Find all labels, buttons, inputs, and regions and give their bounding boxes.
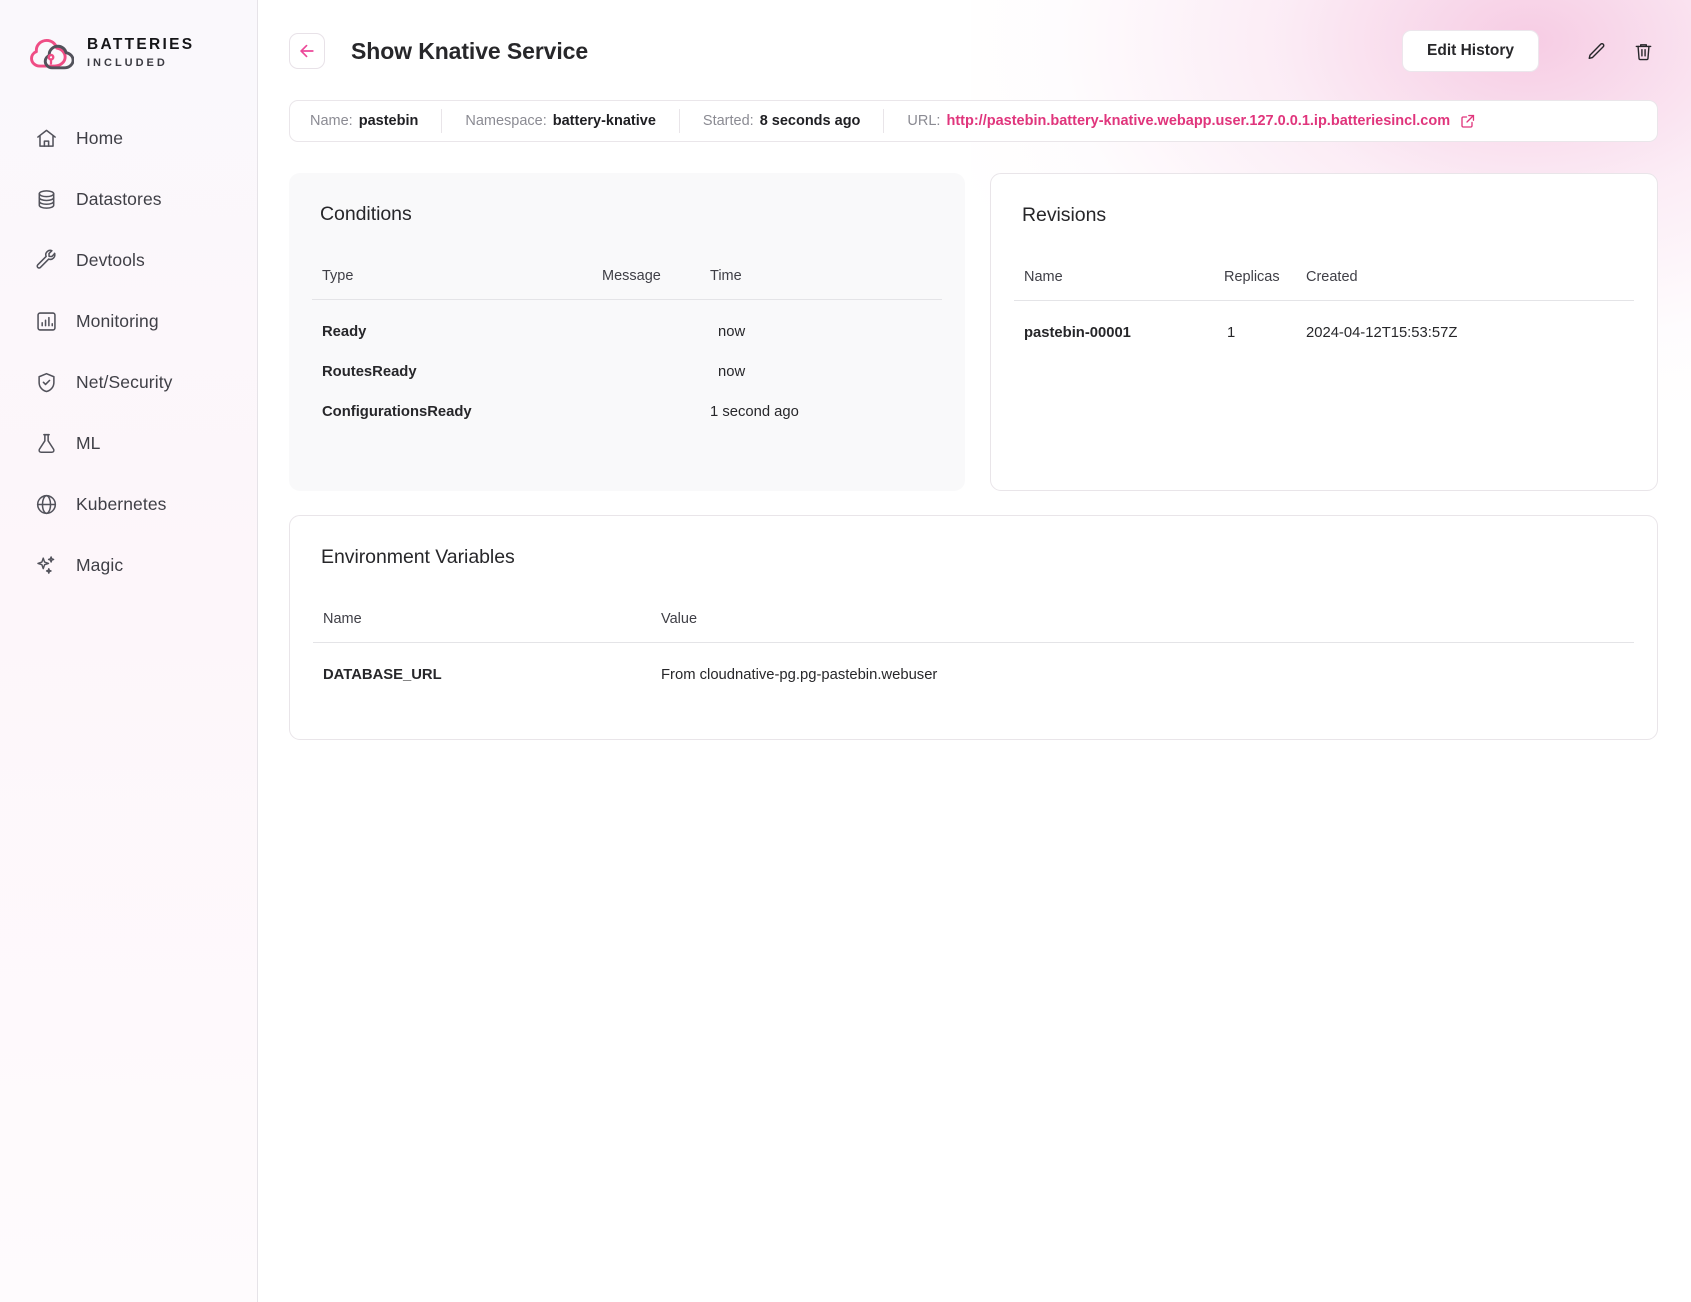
table-row: Ready now (312, 300, 942, 341)
app-root: BATTERIES INCLUDED Home (0, 0, 1691, 1302)
environment-variables-title: Environment Variables (313, 546, 1634, 569)
sidebar-item-magic[interactable]: Magic (0, 543, 257, 587)
table-header-row: Name Replicas Created (1014, 269, 1634, 301)
brand-name-secondary: INCLUDED (87, 58, 194, 69)
main-content: Show Knative Service Edit History (258, 0, 1691, 1302)
pencil-icon (1586, 41, 1607, 62)
page-title: Show Knative Service (351, 38, 588, 65)
external-link-icon[interactable] (1460, 113, 1476, 129)
sidebar-item-label: Kubernetes (76, 494, 167, 515)
sidebar-nav: Home Datastores (0, 116, 257, 604)
conditions-table: Type Message Time Ready now (312, 268, 942, 420)
flask-icon (34, 431, 58, 455)
sidebar-item-label: ML (76, 433, 101, 454)
environment-variables-card: Environment Variables Name Value DATABAS… (289, 515, 1658, 740)
info-name-label: Name: (310, 113, 353, 129)
column-header-value: Value (661, 611, 1634, 643)
globe-icon (34, 492, 58, 516)
arrow-left-icon (297, 41, 317, 61)
cards-row: Conditions Type Message Time Ready (289, 173, 1658, 491)
info-started-label: Started: (703, 113, 754, 129)
revision-created: 2024-04-12T15:53:57Z (1306, 301, 1634, 342)
condition-message (602, 300, 710, 341)
sidebar-item-devtools[interactable]: Devtools (0, 238, 257, 282)
home-icon (34, 126, 58, 150)
condition-time: now (710, 340, 942, 380)
sidebar-item-label: Net/Security (76, 372, 173, 393)
info-name-value: pastebin (359, 113, 419, 129)
revision-name: pastebin-00001 (1014, 301, 1224, 342)
column-header-replicas: Replicas (1224, 269, 1306, 301)
sidebar-item-datastores[interactable]: Datastores (0, 177, 257, 221)
page-header: Show Knative Service Edit History (258, 0, 1691, 72)
column-header-name: Name (313, 611, 661, 643)
info-url: URL: http://pastebin.battery-knative.web… (884, 113, 1499, 129)
trash-icon (1633, 41, 1654, 62)
sidebar-item-net-security[interactable]: Net/Security (0, 360, 257, 404)
info-namespace-label: Namespace: (465, 113, 546, 129)
sidebar-item-home[interactable]: Home (0, 116, 257, 160)
table-row: DATABASE_URL From cloudnative-pg.pg-past… (313, 643, 1634, 684)
table-row: pastebin-00001 1 2024-04-12T15:53:57Z (1014, 301, 1634, 342)
info-namespace-value: battery-knative (553, 113, 656, 129)
delete-button[interactable] (1628, 36, 1658, 66)
wrench-icon (34, 248, 58, 272)
sidebar-item-label: Home (76, 128, 123, 149)
sidebar-item-ml[interactable]: ML (0, 421, 257, 465)
table-header-row: Name Value (313, 611, 1634, 643)
revision-replicas: 1 (1224, 301, 1306, 342)
condition-message (602, 380, 710, 420)
brand-logo[interactable]: BATTERIES INCLUDED (0, 0, 257, 70)
info-started-value: 8 seconds ago (760, 113, 861, 129)
column-header-time: Time (710, 268, 942, 300)
table-header-row: Type Message Time (312, 268, 942, 300)
condition-type: Ready (312, 300, 602, 341)
revisions-title: Revisions (1014, 204, 1634, 227)
conditions-title: Conditions (312, 203, 942, 226)
sidebar-item-label: Datastores (76, 189, 162, 210)
sidebar-item-label: Magic (76, 555, 123, 576)
database-icon (34, 187, 58, 211)
revisions-card: Revisions Name Replicas Created pastebin… (990, 173, 1658, 491)
condition-time: now (710, 300, 942, 341)
column-header-message: Message (602, 268, 710, 300)
batteries-cloud-logo-icon (28, 36, 74, 70)
info-name: Name: pastebin (310, 113, 441, 129)
bar-chart-icon (34, 309, 58, 333)
revisions-table: Name Replicas Created pastebin-00001 1 2… (1014, 269, 1634, 341)
back-button[interactable] (289, 33, 325, 69)
info-namespace: Namespace: battery-knative (442, 113, 679, 129)
sidebar-item-label: Monitoring (76, 311, 159, 332)
sidebar-item-label: Devtools (76, 250, 145, 271)
edit-history-button[interactable]: Edit History (1402, 30, 1539, 72)
edit-button[interactable] (1581, 36, 1611, 66)
environment-variables-table: Name Value DATABASE_URL From cloudnative… (313, 611, 1634, 683)
info-started: Started: 8 seconds ago (680, 113, 884, 129)
condition-time: 1 second ago (710, 380, 942, 420)
column-header-name: Name (1014, 269, 1224, 301)
env-var-name: DATABASE_URL (313, 643, 661, 684)
condition-message (602, 340, 710, 380)
sidebar-item-monitoring[interactable]: Monitoring (0, 299, 257, 343)
column-header-created: Created (1306, 269, 1634, 301)
sidebar-item-kubernetes[interactable]: Kubernetes (0, 482, 257, 526)
service-url-link[interactable]: http://pastebin.battery-knative.webapp.u… (946, 113, 1450, 129)
condition-type: ConfigurationsReady (312, 380, 602, 420)
shield-check-icon (34, 370, 58, 394)
brand-name-primary: BATTERIES (87, 37, 194, 53)
table-row: RoutesReady now (312, 340, 942, 380)
column-header-type: Type (312, 268, 602, 300)
info-url-label: URL: (907, 113, 940, 129)
sparkles-icon (34, 553, 58, 577)
condition-type: RoutesReady (312, 340, 602, 380)
conditions-card: Conditions Type Message Time Ready (289, 173, 965, 491)
sidebar: BATTERIES INCLUDED Home (0, 0, 258, 1302)
table-row: ConfigurationsReady 1 second ago (312, 380, 942, 420)
resource-info-bar: Name: pastebin Namespace: battery-knativ… (289, 100, 1658, 142)
env-var-value: From cloudnative-pg.pg-pastebin.webuser (661, 643, 1634, 684)
